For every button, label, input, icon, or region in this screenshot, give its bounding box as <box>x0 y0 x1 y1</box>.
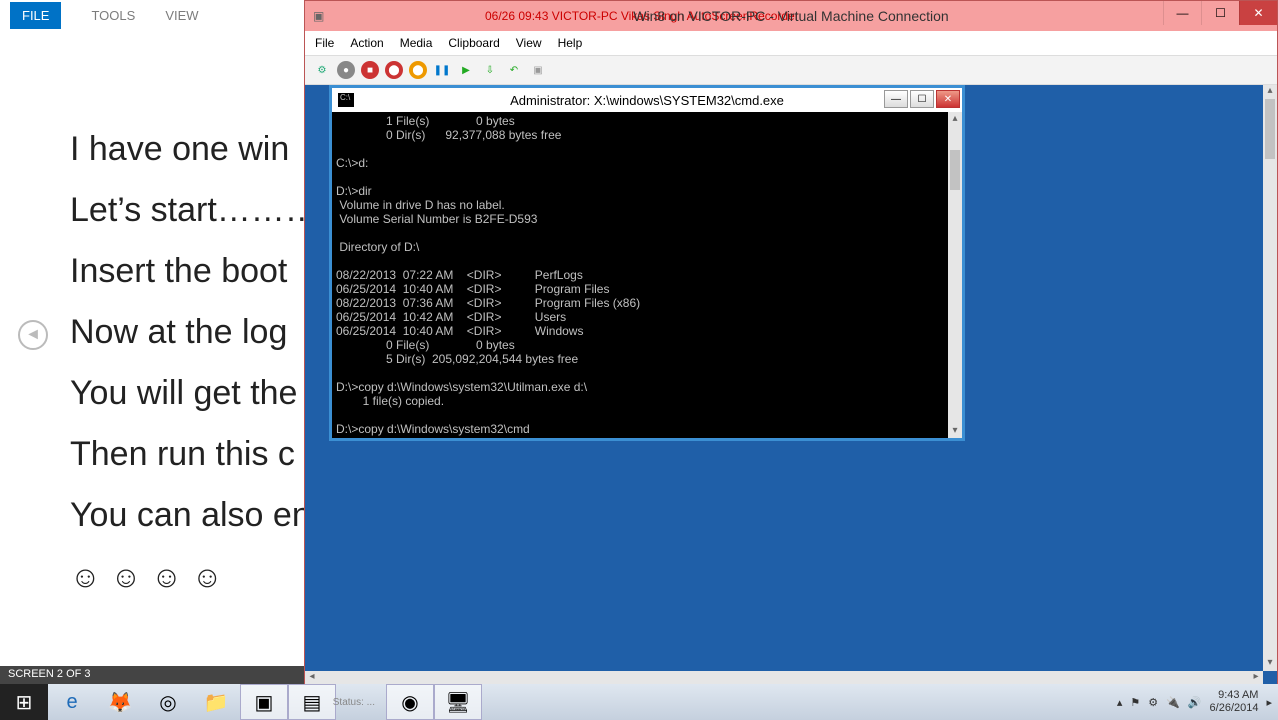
checkpoint-button[interactable]: ⇩ <box>481 61 499 79</box>
system-tray: ▴ ⚑ ⚙ 🔌 🔊 9:43 AM6/26/2014 ▸ <box>1117 684 1272 720</box>
status-mini: Status: ... <box>333 697 375 708</box>
ie-icon[interactable]: e <box>48 684 96 720</box>
menu-file[interactable]: File <box>315 36 334 50</box>
vm-close-button[interactable]: ✕ <box>1239 1 1277 25</box>
start-menu-button[interactable]: ⊞ <box>0 684 48 720</box>
show-desktop-button[interactable]: ▸ <box>1266 696 1272 709</box>
vm-toolbar: ⚙ ● ■ ⬤ ⬤ ❚❚ ▶ ⇩ ↶ ▣ <box>305 55 1277 85</box>
vm-maximize-button[interactable]: ☐ <box>1201 1 1239 25</box>
start-button[interactable]: ● <box>337 61 355 79</box>
cmd-output[interactable]: 1 File(s) 0 bytes 0 Dir(s) 92,377,088 by… <box>332 112 962 438</box>
vm-menubar: File Action Media Clipboard View Help <box>305 31 1277 55</box>
taskbar: ⊞ e 🦊 ◎ 📁 ▣ ▤ Status: ... ◉ 🖥 ▴ ⚑ ⚙ 🔌 🔊 … <box>0 684 1278 720</box>
save-button[interactable]: ⬤ <box>409 61 427 79</box>
taskbar-app-vmconnection[interactable]: 🖥 <box>434 684 482 720</box>
menu-action[interactable]: Action <box>350 36 383 50</box>
cmd-window: C:\ Administrator: X:\windows\SYSTEM32\c… <box>329 85 965 441</box>
vm-title-text: Win8 on VICTOR-PC - Virtual Machine Conn… <box>633 8 948 24</box>
taskbar-app-recorder[interactable]: ◉ <box>386 684 434 720</box>
reset-button[interactable]: ▶ <box>457 61 475 79</box>
shutdown-button[interactable]: ⬤ <box>385 61 403 79</box>
turn-off-button[interactable]: ■ <box>361 61 379 79</box>
tray-overflow-icon[interactable]: ▴ <box>1117 696 1123 709</box>
enhanced-session-button[interactable]: ▣ <box>529 61 547 79</box>
taskbar-app-hyperv[interactable]: ▤ Status: ... <box>288 684 336 720</box>
volume-icon[interactable]: 🔊 <box>1188 696 1202 709</box>
tab-view[interactable]: VIEW <box>165 8 198 23</box>
cmd-scrollbar[interactable]: ▴▾ <box>948 112 962 438</box>
cmd-close-button[interactable]: ✕ <box>936 90 960 108</box>
vm-icon: ▣ <box>313 9 324 23</box>
menu-clipboard[interactable]: Clipboard <box>448 36 499 50</box>
cmd-maximize-button[interactable]: ☐ <box>910 90 934 108</box>
action-center-icon[interactable]: ⚑ <box>1130 696 1140 709</box>
explorer-icon[interactable]: 📁 <box>192 684 240 720</box>
network-icon[interactable]: ⚙ <box>1148 696 1158 709</box>
taskbar-app-presenter[interactable]: ▣ <box>240 684 288 720</box>
vm-window: ▣ 06/26 09:43 VICTOR-PC Vikas Singh Auto… <box>304 0 1278 686</box>
vm-minimize-button[interactable]: — <box>1163 1 1201 25</box>
ctrl-alt-del-icon[interactable]: ⚙ <box>313 61 331 79</box>
vm-titlebar[interactable]: ▣ 06/26 09:43 VICTOR-PC Vikas Singh Auto… <box>305 1 1277 31</box>
vm-client-area[interactable]: C:\ Administrator: X:\windows\SYSTEM32\c… <box>305 85 1277 685</box>
power-icon[interactable]: 🔌 <box>1166 696 1180 709</box>
tab-tools[interactable]: TOOLS <box>91 8 135 23</box>
menu-view[interactable]: View <box>516 36 542 50</box>
menu-media[interactable]: Media <box>400 36 433 50</box>
cmd-title-text: Administrator: X:\windows\SYSTEM32\cmd.e… <box>510 93 784 108</box>
cmd-minimize-button[interactable]: — <box>884 90 908 108</box>
prev-slide-button[interactable]: ◄ <box>18 320 48 350</box>
tab-file[interactable]: FILE <box>10 2 61 29</box>
pause-button[interactable]: ❚❚ <box>433 61 451 79</box>
chrome-icon[interactable]: ◎ <box>144 684 192 720</box>
menu-help[interactable]: Help <box>558 36 583 50</box>
taskbar-clock[interactable]: 9:43 AM6/26/2014 <box>1210 689 1259 715</box>
revert-button[interactable]: ↶ <box>505 61 523 79</box>
cmd-icon: C:\ <box>338 93 354 107</box>
vm-scrollbar-horizontal[interactable]: ◂▸ <box>305 671 1263 685</box>
firefox-icon[interactable]: 🦊 <box>96 684 144 720</box>
vm-scrollbar-vertical[interactable]: ▴▾ <box>1263 85 1277 671</box>
cmd-titlebar[interactable]: C:\ Administrator: X:\windows\SYSTEM32\c… <box>332 88 962 112</box>
